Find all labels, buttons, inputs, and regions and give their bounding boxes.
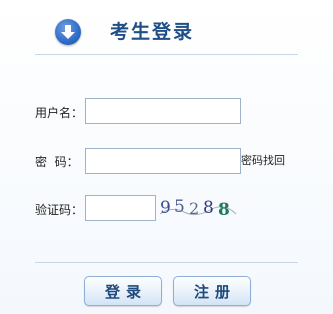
login-button[interactable]: 登录 <box>84 276 162 306</box>
captcha-digit: 2 <box>189 199 199 218</box>
divider <box>35 54 298 55</box>
captcha-digit: 8 <box>203 198 214 218</box>
download-arrow-icon <box>55 19 81 45</box>
captcha-digit: 5 <box>174 197 185 217</box>
page-title: 考生登录 <box>110 21 195 43</box>
captcha-label: 验证码： <box>35 203 84 217</box>
captcha-digit: 8 <box>218 200 230 220</box>
divider <box>35 262 298 263</box>
captcha-image[interactable]: 9 5 2 8 8 <box>158 194 238 220</box>
forgot-password-link[interactable]: 密码找回 <box>241 154 285 168</box>
password-label: 密 码： <box>35 155 79 169</box>
password-input[interactable] <box>85 148 241 174</box>
username-input[interactable] <box>85 98 241 124</box>
register-button[interactable]: 注册 <box>173 276 251 306</box>
login-panel: 考生登录 用户名： 密 码： 密码找回 验证码： 9 5 2 8 8 登录 注册 <box>0 0 333 314</box>
captcha-input[interactable] <box>85 195 156 221</box>
captcha-digit: 9 <box>160 198 171 218</box>
username-label: 用户名： <box>35 106 84 120</box>
